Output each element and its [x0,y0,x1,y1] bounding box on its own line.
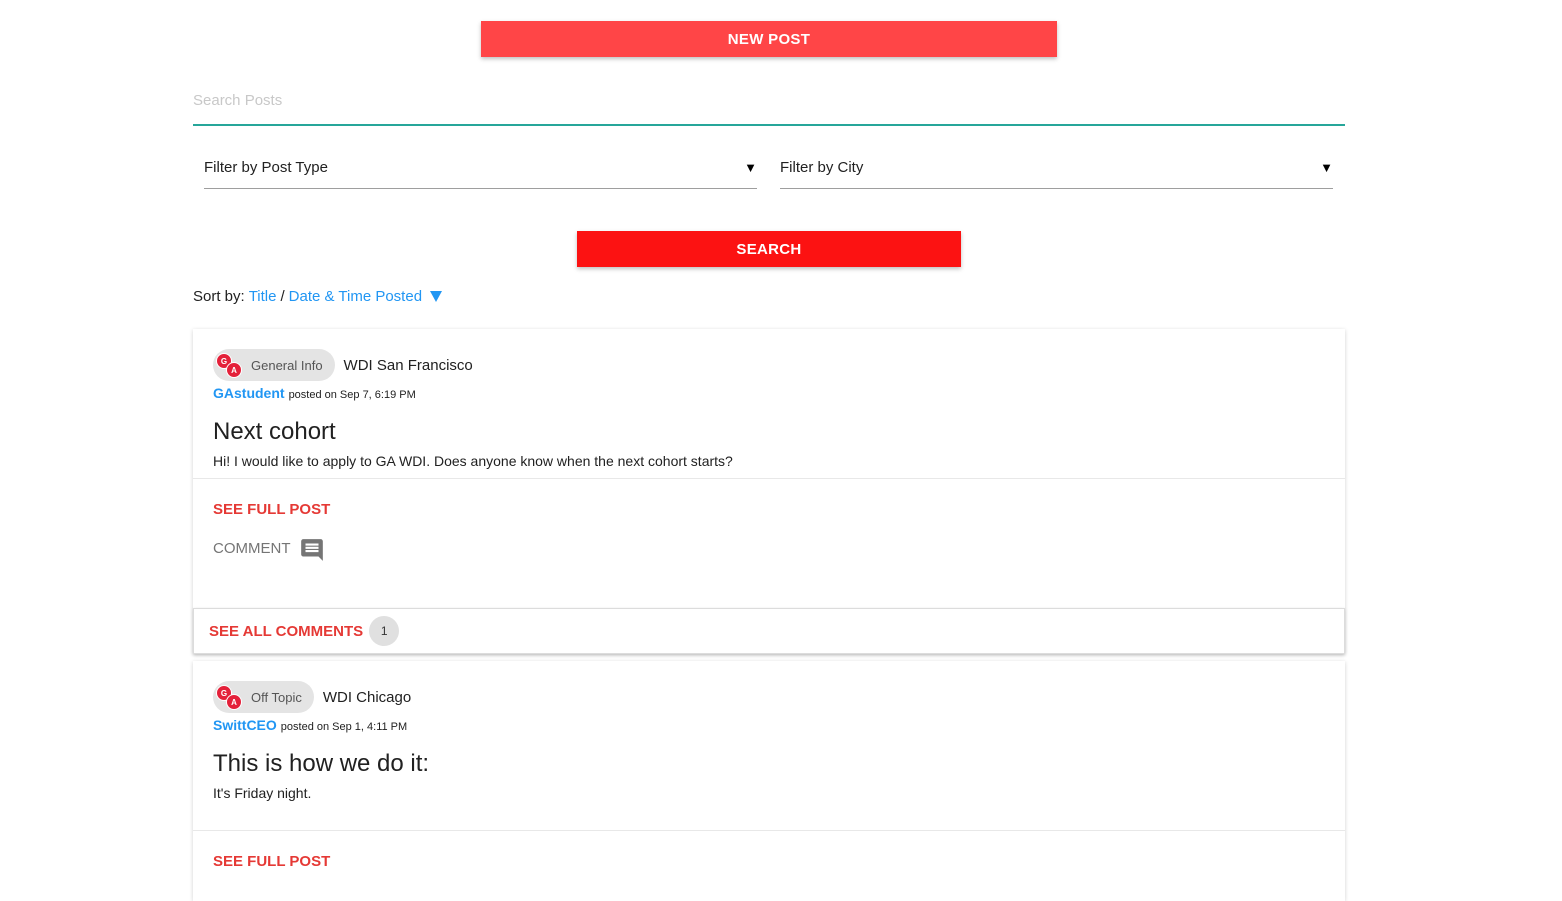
see-full-post-link[interactable]: SEE FULL POST [213,853,1325,875]
filter-city-label: Filter by City [780,158,864,176]
comment-label: COMMENT [213,539,291,557]
sort-descending-icon[interactable] [430,291,443,302]
filter-post-type-label: Filter by Post Type [204,158,328,176]
post-actions: SEE FULL POST [193,831,1345,875]
sort-separator: / [280,288,285,305]
post-actions: SEE FULL POST COMMENT [193,479,1345,561]
sort-bar: Sort by: Title / Date & Time Posted [193,288,443,305]
post-type-label: Off Topic [251,689,302,705]
post-city: WDI San Francisco [343,356,473,374]
author-row: GAstudent posted on Sep 7, 6:19 PM [213,385,1325,405]
post-content: G A Off Topic WDI Chicago SwittCEO poste… [193,661,1345,831]
see-full-post-link[interactable]: SEE FULL POST [213,501,1325,523]
author-link[interactable]: SwittCEO [213,717,277,733]
posted-timestamp: posted on Sep 7, 6:19 PM [288,389,416,401]
search-input[interactable] [193,80,1345,120]
dropdown-arrow-icon: ▼ [1320,159,1333,175]
ga-logo-icon: G A [213,681,245,713]
see-all-comments-bar[interactable]: SEE ALL COMMENTS 1 [193,608,1345,654]
post-city: WDI Chicago [322,688,412,706]
post-title: Next cohort [213,418,336,445]
post-body: Hi! I would like to apply to GA WDI. Doe… [213,453,733,469]
dropdown-arrow-icon: ▼ [744,159,757,175]
filter-city-select[interactable]: Filter by City ▼ [780,146,1333,189]
sort-by-date-link[interactable]: Date & Time Posted [289,288,422,305]
new-post-button[interactable]: NEW POST [481,21,1057,57]
comment-icon [299,537,323,561]
ga-logo-icon: G A [213,349,245,381]
author-link[interactable]: GAstudent [213,385,285,401]
search-button[interactable]: SEARCH [577,231,961,267]
search-field [193,80,1345,126]
comment-button[interactable]: COMMENT [213,537,1325,561]
post-type-label: General Info [251,357,323,373]
comment-count-badge: 1 [369,616,400,646]
post-meta: G A Off Topic WDI Chicago [213,681,1325,713]
post-card: G A General Info WDI San Francisco GAstu… [193,329,1345,654]
post-content: G A General Info WDI San Francisco GAstu… [193,329,1345,479]
posted-timestamp: posted on Sep 1, 4:11 PM [280,721,408,733]
sort-prefix: Sort by: [193,288,245,305]
sort-by-title-link[interactable]: Title [249,288,277,305]
post-meta: G A General Info WDI San Francisco [213,349,1325,381]
post-title: This is how we do it: [213,750,430,777]
post-card: G A Off Topic WDI Chicago SwittCEO poste… [193,661,1345,901]
filter-post-type-select[interactable]: Filter by Post Type ▼ [204,146,757,189]
post-body: It's Friday night. [213,785,312,801]
post-type-chip: G A General Info [213,349,335,381]
see-all-comments-link[interactable]: SEE ALL COMMENTS [209,623,363,640]
author-row: SwittCEO posted on Sep 1, 4:11 PM [213,717,1325,737]
post-type-chip: G A Off Topic [213,681,314,713]
